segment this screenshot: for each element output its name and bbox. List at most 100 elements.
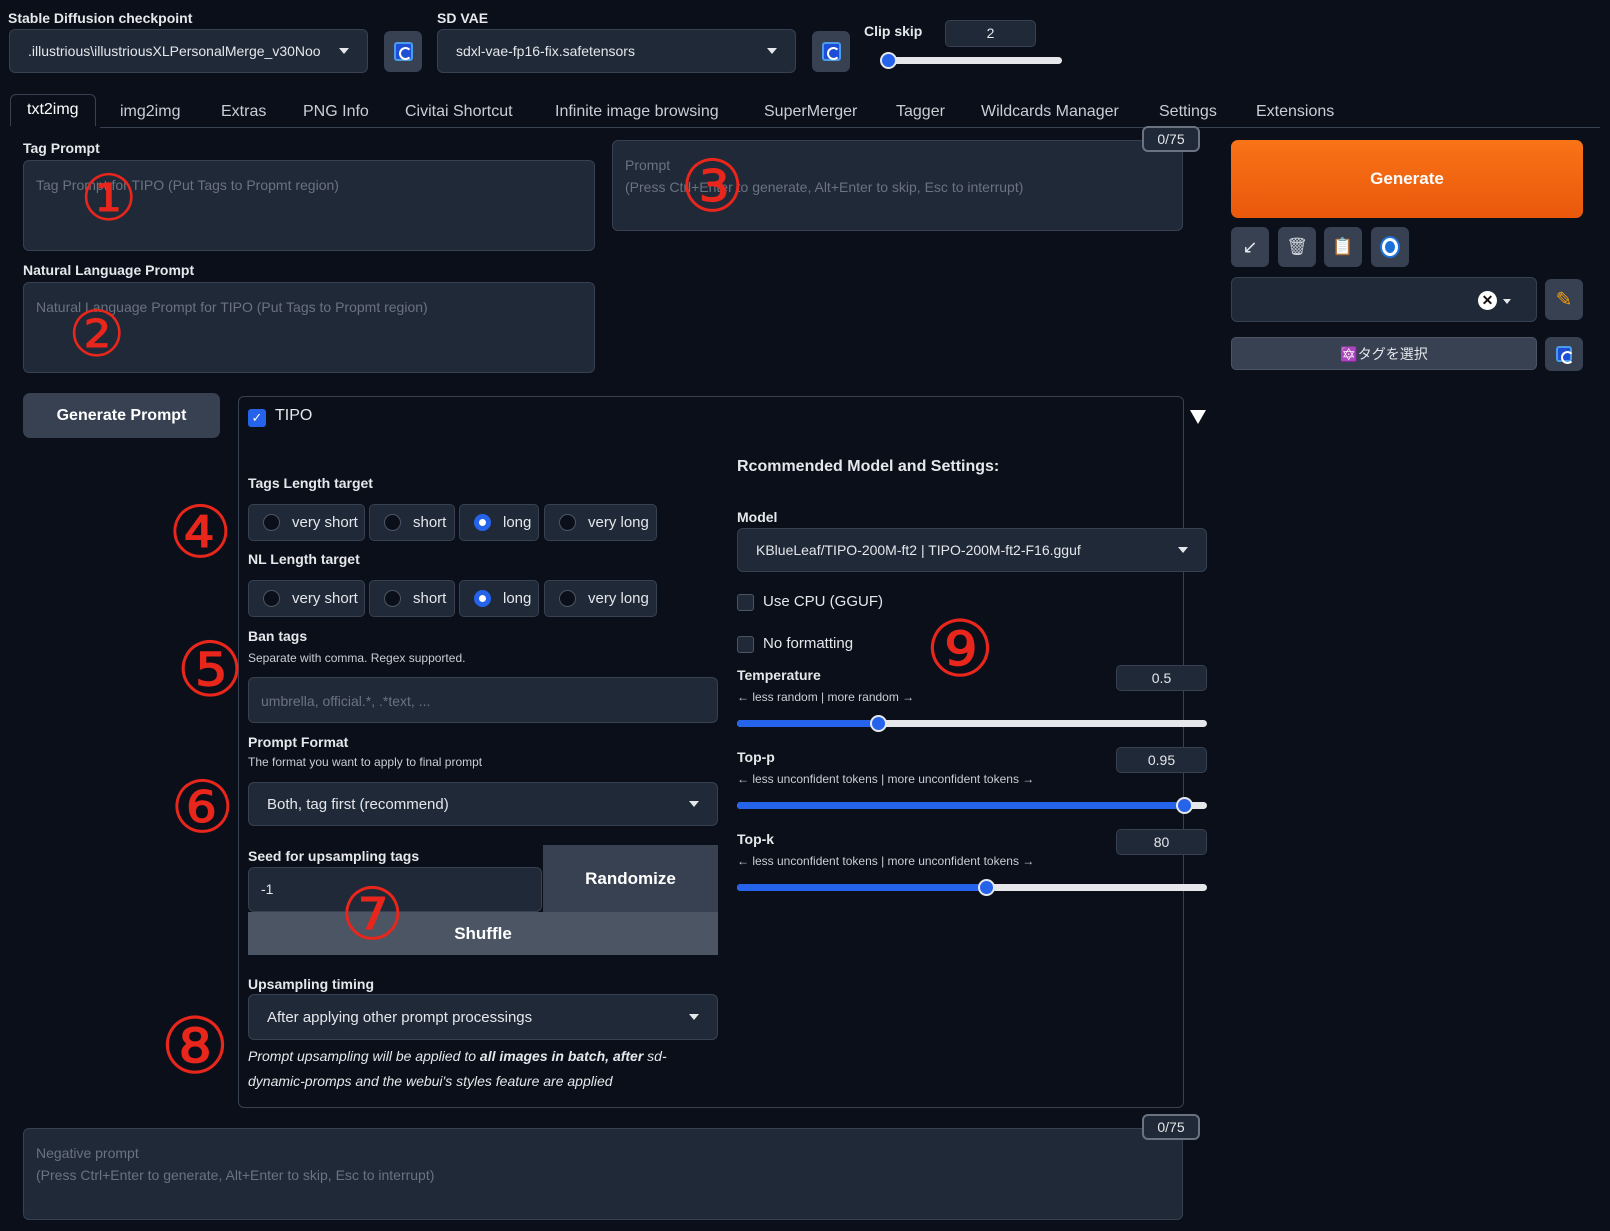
- tab-supermerger[interactable]: SuperMerger: [764, 97, 857, 127]
- nl-length-radio-long[interactable]: long: [459, 580, 539, 617]
- prompt-format-value: Both, tag first (recommend): [267, 795, 449, 813]
- radio-label: very short: [292, 514, 358, 531]
- topp-hint: ← less unconfident tokens | more unconfi…: [737, 772, 1035, 786]
- read-params-button[interactable]: ↙: [1231, 227, 1269, 267]
- seed-input[interactable]: -1: [248, 867, 542, 912]
- apply-styles-button[interactable]: 📋: [1324, 227, 1362, 267]
- chevron-down-icon: [1503, 299, 1511, 304]
- clip-skip-thumb[interactable]: [880, 52, 897, 69]
- note-text-3: dynamic-promps and the webui's styles fe…: [248, 1073, 613, 1089]
- topp-thumb[interactable]: [1175, 797, 1193, 814]
- annotation-5: ⑤: [176, 625, 245, 714]
- temperature-input[interactable]: 0.5: [1116, 665, 1207, 691]
- temperature-slider[interactable]: [737, 715, 1207, 732]
- chevron-down-icon: [1178, 547, 1188, 553]
- radio-dot: [384, 590, 401, 607]
- tag-prompt-input[interactable]: Tag Prompt for TIPO (Put Tags to Propmt …: [23, 160, 595, 251]
- select-tags-button[interactable]: 🔯タグを選択: [1231, 337, 1537, 370]
- tipo-title: TIPO: [275, 407, 313, 424]
- radio-dot: [474, 514, 491, 531]
- prompt-format-hint: The format you want to apply to final pr…: [248, 755, 483, 769]
- tab-tagger[interactable]: Tagger: [896, 97, 945, 127]
- topp-slider[interactable]: [737, 797, 1207, 814]
- generate-button[interactable]: Generate: [1231, 140, 1583, 218]
- refresh-tags-button[interactable]: [1545, 337, 1583, 371]
- vae-dropdown[interactable]: sdxl-vae-fp16-fix.safetensors: [437, 29, 796, 73]
- radio-dot: [474, 590, 491, 607]
- tab-extensions[interactable]: Extensions: [1256, 97, 1334, 127]
- no-formatting-checkbox[interactable]: [737, 636, 754, 653]
- clear-icon[interactable]: ✕: [1478, 291, 1497, 310]
- refresh-icon: [1556, 346, 1574, 364]
- temperature-thumb[interactable]: [870, 715, 887, 732]
- chevron-down-icon: [689, 1014, 699, 1020]
- topp-fill: [737, 802, 1184, 809]
- topp-input[interactable]: 0.95: [1116, 747, 1207, 773]
- extra-networks-button[interactable]: [1371, 227, 1409, 267]
- ban-tags-input[interactable]: umbrella, official.*, .*text, ...: [248, 677, 718, 723]
- tipo-enable-checkbox[interactable]: ✓: [248, 409, 266, 427]
- collapse-toggle-icon[interactable]: [1190, 410, 1206, 424]
- prompt-hint: (Press Ctrl+Enter to generate, Alt+Enter…: [625, 179, 1024, 195]
- refresh-vae-button[interactable]: [812, 31, 850, 72]
- nl-length-radio-very-short[interactable]: very short: [248, 580, 365, 617]
- vae-value: sdxl-vae-fp16-fix.safetensors: [456, 43, 635, 59]
- prompt-placeholder: Prompt: [625, 157, 671, 173]
- tab-png-info[interactable]: PNG Info: [303, 97, 369, 127]
- clip-skip-slider[interactable]: [880, 52, 1062, 69]
- topk-slider[interactable]: [737, 879, 1207, 896]
- topk-thumb[interactable]: [978, 879, 996, 896]
- tab-settings[interactable]: Settings: [1159, 97, 1217, 127]
- radio-dot: [384, 514, 401, 531]
- refresh-checkpoint-button[interactable]: [384, 31, 422, 72]
- temperature-fill: [737, 720, 878, 727]
- tab-infinite-image-browsing[interactable]: Infinite image browsing: [555, 97, 719, 127]
- shuffle-button[interactable]: Shuffle: [248, 912, 718, 955]
- radio-label: short: [413, 514, 447, 531]
- use-cpu-label: Use CPU (GGUF): [763, 593, 883, 610]
- tab-txt2img[interactable]: txt2img: [10, 94, 96, 126]
- annotation-4: ④: [168, 490, 233, 574]
- radio-label: long: [503, 514, 532, 531]
- tags-length-radio-very-long[interactable]: very long: [544, 504, 657, 541]
- negative-prompt-input[interactable]: Negative prompt (Press Ctrl+Enter to gen…: [23, 1128, 1183, 1220]
- tab-wildcards-manager[interactable]: Wildcards Manager: [981, 97, 1119, 127]
- randomize-button[interactable]: Randomize: [543, 845, 718, 912]
- prompt-format-dropdown[interactable]: Both, tag first (recommend): [248, 782, 718, 826]
- topk-fill: [737, 884, 987, 891]
- radio-dot: [559, 590, 576, 607]
- temperature-hint: ← less random | more random →: [737, 690, 915, 704]
- clip-skip-label: Clip skip: [864, 23, 923, 39]
- note-bold: all images in batch, after: [479, 1048, 644, 1064]
- nl-length-label: NL Length target: [248, 551, 360, 567]
- tab-img2img[interactable]: img2img: [120, 97, 180, 127]
- prompt-format-label: Prompt Format: [248, 734, 349, 750]
- topk-input[interactable]: 80: [1116, 829, 1207, 855]
- arrow-icon: ↙: [1242, 236, 1258, 257]
- tag-prompt-label: Tag Prompt: [23, 140, 100, 156]
- upsampling-note: Prompt upsampling will be applied to all…: [248, 1044, 718, 1094]
- generate-prompt-button[interactable]: Generate Prompt: [23, 393, 220, 438]
- annotation-8: ⑧: [160, 1002, 230, 1092]
- clip-skip-input[interactable]: 2: [945, 20, 1036, 47]
- use-cpu-checkbox[interactable]: [737, 594, 754, 611]
- tags-length-radio-very-short[interactable]: very short: [248, 504, 365, 541]
- note-text: Prompt upsampling will be applied to: [248, 1048, 480, 1064]
- negative-token-counter: 0/75: [1142, 1114, 1200, 1140]
- clear-prompt-button[interactable]: 🗑: [1278, 227, 1316, 267]
- styles-dropdown[interactable]: ✕: [1231, 277, 1537, 322]
- tab-extras[interactable]: Extras: [221, 97, 266, 127]
- checkpoint-dropdown[interactable]: .illustrious\illustriousXLPersonalMerge_…: [9, 29, 368, 73]
- tags-length-radio-short[interactable]: short: [369, 504, 455, 541]
- tab-civitai-shortcut[interactable]: Civitai Shortcut: [405, 97, 513, 127]
- upsampling-timing-dropdown[interactable]: After applying other prompt processings: [248, 994, 718, 1040]
- main-prompt-input[interactable]: Prompt (Press Ctrl+Enter to generate, Al…: [612, 140, 1183, 231]
- ban-tags-hint: Separate with comma. Regex supported.: [248, 651, 466, 665]
- model-dropdown[interactable]: KBlueLeaf/TIPO-200M-ft2 | TIPO-200M-ft2-…: [737, 528, 1207, 572]
- edit-styles-button[interactable]: ✎: [1545, 279, 1583, 320]
- nl-length-radio-very-long[interactable]: very long: [544, 580, 657, 617]
- nl-length-radio-short[interactable]: short: [369, 580, 455, 617]
- nl-prompt-input[interactable]: Natural Language Prompt for TIPO (Put Ta…: [23, 282, 595, 373]
- refresh-icon: [393, 42, 413, 61]
- tags-length-radio-long[interactable]: long: [459, 504, 539, 541]
